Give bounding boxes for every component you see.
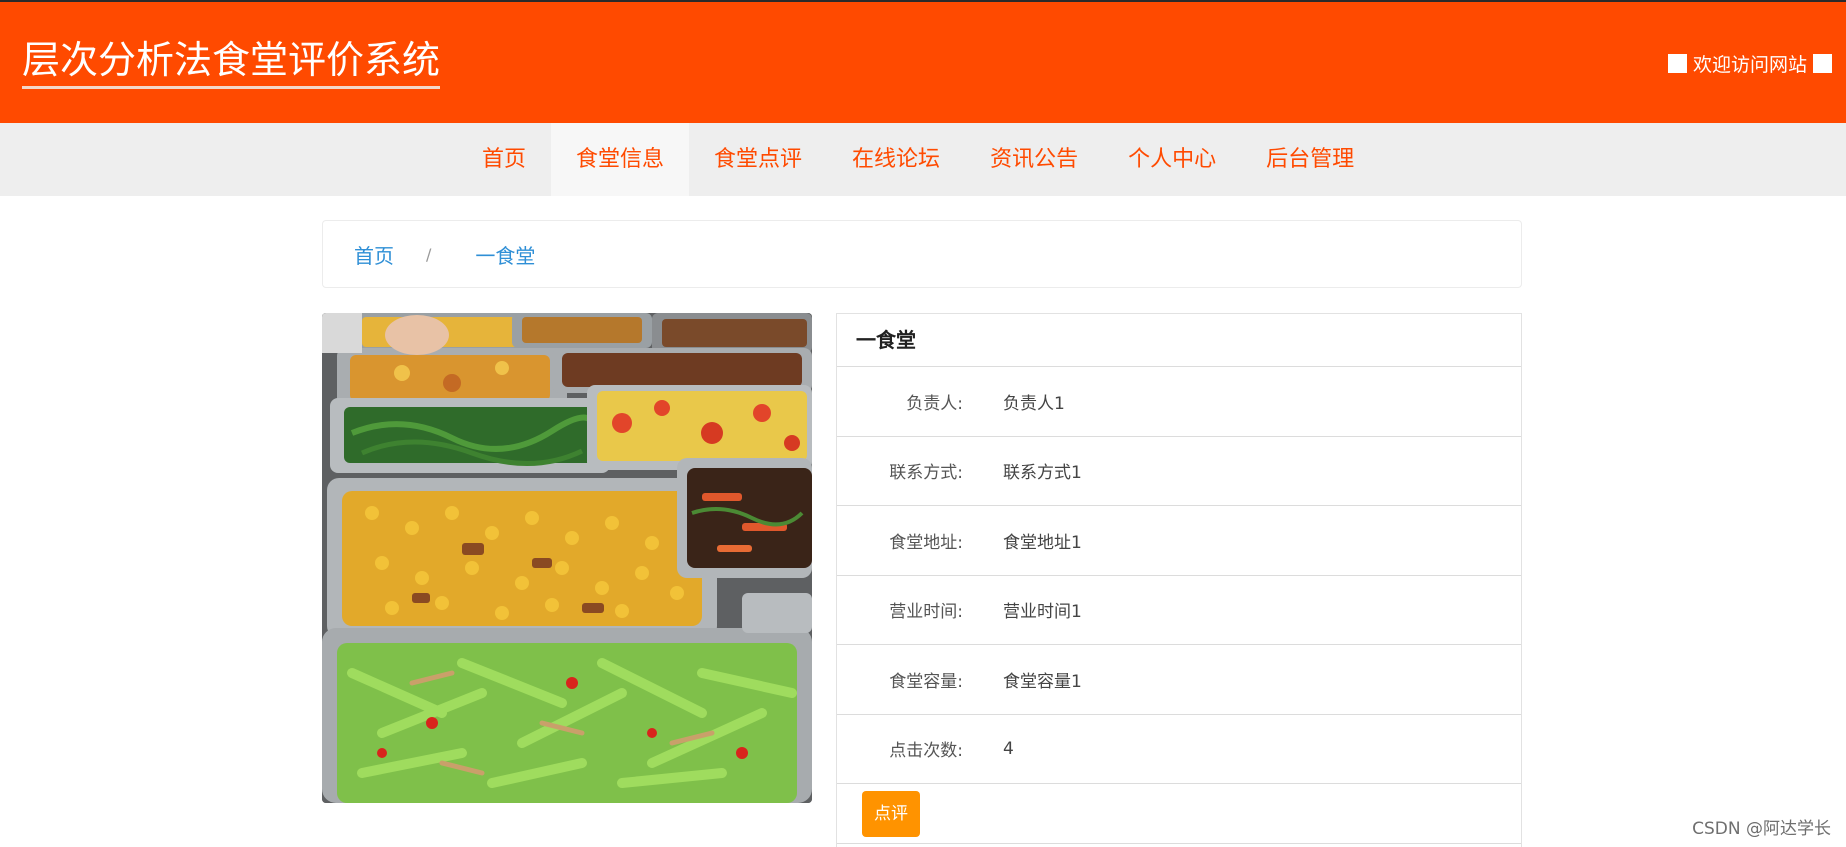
detail-label: 营业时间: xyxy=(889,602,963,623)
detail-value: 4 xyxy=(1003,738,1014,759)
detail-row-capacity: 食堂容量: 食堂容量1 xyxy=(837,645,1521,715)
detail-row-clicks: 点击次数: 4 xyxy=(837,715,1521,784)
square-icon xyxy=(1813,54,1832,73)
site-header: 层次分析法食堂评价系统 欢迎访问网站 xyxy=(0,0,1846,123)
review-button[interactable]: 点评 xyxy=(862,790,920,837)
nav-item-forum[interactable]: 在线论坛 xyxy=(827,123,965,196)
detail-value: 负责人1 xyxy=(1003,393,1065,414)
nav-item-canteen-review[interactable]: 食堂点评 xyxy=(689,123,827,196)
canteen-detail-panel: 一食堂 负责人: 负责人1 联系方式: 联系方式1 食堂地址: 食堂地址1 营业… xyxy=(836,313,1522,847)
square-icon xyxy=(1667,54,1687,73)
nav-item-profile[interactable]: 个人中心 xyxy=(1103,123,1241,196)
detail-value: 食堂地址1 xyxy=(1003,532,1082,553)
canteen-photo xyxy=(322,313,812,803)
detail-value: 联系方式1 xyxy=(1003,463,1082,484)
nav-item-home[interactable]: 首页 xyxy=(457,123,551,196)
action-bar: 点评 xyxy=(837,784,1521,844)
nav-item-admin[interactable]: 后台管理 xyxy=(1241,123,1379,196)
welcome-banner: 欢迎访问网站 xyxy=(1667,50,1832,77)
site-title[interactable]: 层次分析法食堂评价系统 xyxy=(22,36,441,89)
detail-row-address: 食堂地址: 食堂地址1 xyxy=(837,506,1521,576)
detail-label: 负责人: xyxy=(906,393,963,414)
main-navigation: 首页 食堂信息 食堂点评 在线论坛 资讯公告 个人中心 后台管理 xyxy=(0,123,1846,196)
detail-value: 食堂容量1 xyxy=(1003,671,1082,692)
detail-row-manager: 负责人: 负责人1 xyxy=(837,367,1521,437)
detail-value: 营业时间1 xyxy=(1003,602,1082,623)
detail-label: 联系方式: xyxy=(889,463,963,484)
canteen-name-heading: 一食堂 xyxy=(837,314,1521,367)
detail-label: 食堂容量: xyxy=(889,671,963,692)
detail-row-contact: 联系方式: 联系方式1 xyxy=(837,437,1521,506)
breadcrumb-separator: / xyxy=(426,244,432,264)
nav-item-canteen-info[interactable]: 食堂信息 xyxy=(551,123,690,196)
detail-label: 点击次数: xyxy=(889,741,963,762)
nav-item-news[interactable]: 资讯公告 xyxy=(965,123,1103,196)
breadcrumb: 首页 / 一食堂 xyxy=(322,220,1522,288)
watermark-text: CSDN @阿达学长 xyxy=(1692,819,1831,839)
welcome-text: 欢迎访问网站 xyxy=(1692,54,1807,76)
detail-row-hours: 营业时间: 营业时间1 xyxy=(837,576,1521,645)
breadcrumb-current-link[interactable]: 一食堂 xyxy=(475,240,535,269)
detail-label: 食堂地址: xyxy=(889,532,963,553)
breadcrumb-home-link[interactable]: 首页 xyxy=(354,240,394,269)
